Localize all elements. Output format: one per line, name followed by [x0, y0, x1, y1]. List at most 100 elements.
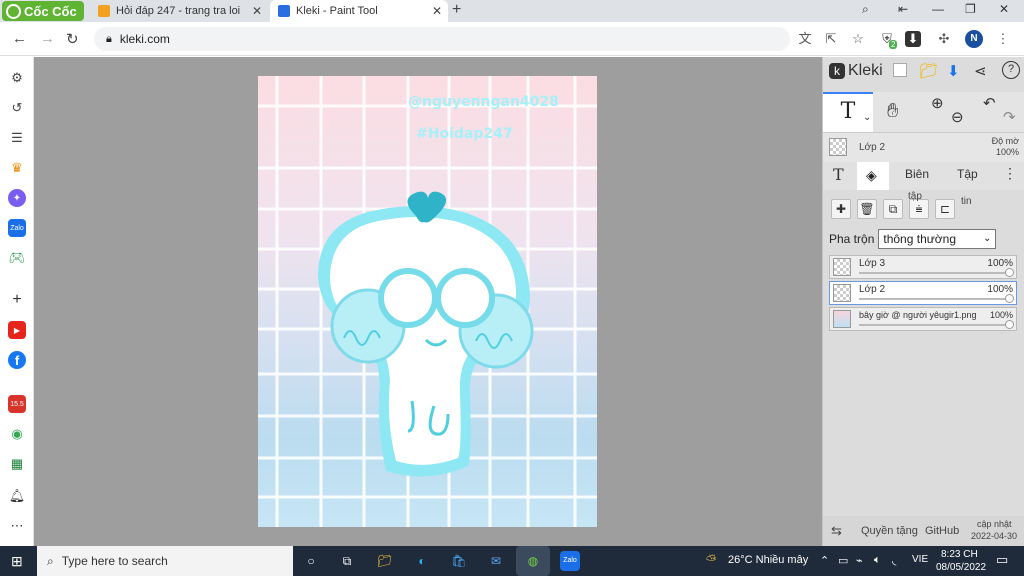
download-icon[interactable]: ⬇	[905, 31, 921, 47]
store-icon[interactable]: 🛍︎	[449, 551, 469, 571]
cortana-icon[interactable]: ○	[301, 551, 321, 571]
chevron-down-icon[interactable]: ⌄	[863, 112, 871, 123]
hand-tool-icon[interactable]: ✋︎	[887, 100, 898, 123]
weather-icon[interactable]: ⛅︎	[706, 552, 716, 568]
zoom-out-icon[interactable]: ⊖	[951, 108, 964, 126]
open-folder-icon[interactable]: 📁︎	[919, 62, 938, 80]
weather-text[interactable]: 26°C Nhiều mây	[728, 554, 808, 566]
extensions-puzzle-icon[interactable]: ✣	[936, 31, 952, 47]
layer-row[interactable]: Lớp 3 100%	[829, 255, 1017, 279]
tab-tool-settings-icon[interactable]: T	[833, 165, 844, 184]
opacity-slider-track[interactable]	[859, 298, 1008, 300]
opacity-slider-track[interactable]	[859, 324, 1008, 326]
close-tab-icon[interactable]: ✕	[432, 4, 442, 18]
sheets-icon[interactable]: ▦	[8, 455, 26, 473]
game-icon[interactable]: 🎮︎	[8, 249, 26, 267]
rename-layer-button[interactable]: ⊏	[935, 199, 955, 219]
windows-start-icon[interactable]: ⊞	[11, 553, 23, 570]
tab-edit[interactable]: Biên	[905, 167, 929, 181]
drawing-canvas[interactable]: @nguyenngan4028 #Hoidap247	[258, 76, 597, 527]
navigation-bar: ← → ↻ 🔒︎ kleki.com 文 ⇱ ☆ ⛨ 2 ⬇ ✣ N ⋮	[0, 22, 1024, 56]
delete-layer-button[interactable]: 🗑︎	[857, 199, 877, 219]
new-tab-icon[interactable]: +	[452, 1, 461, 19]
tab-kleki[interactable]: Kleki - Paint Tool ✕	[270, 0, 448, 22]
add-layer-button[interactable]: ✚	[831, 199, 851, 219]
youtube-icon[interactable]: ▶	[8, 321, 26, 339]
messenger-icon[interactable]: ✦	[8, 189, 26, 207]
bell-icon[interactable]: 🔔︎	[8, 487, 26, 505]
tab-layers[interactable]: ◈	[857, 162, 889, 190]
clock-date[interactable]: 08/05/2022	[936, 562, 986, 573]
restore-icon[interactable]: ❐	[965, 2, 976, 16]
file-explorer-icon[interactable]: 📁︎	[375, 551, 395, 571]
calendar-icon[interactable]: 15.5	[8, 395, 26, 413]
tray-overflow-icon[interactable]: ⌃	[820, 554, 829, 567]
forward-icon[interactable]: →	[40, 30, 55, 47]
layer-row[interactable]: bây giờ @ người yêugir1.png 100%	[829, 307, 1017, 331]
tab-hoidap247[interactable]: Hỏi đáp 247 - trang tra loi ✕	[90, 0, 268, 22]
wifi-icon[interactable]: ◟	[892, 554, 896, 567]
new-image-icon[interactable]	[893, 63, 907, 77]
language-indicator[interactable]: VIE	[912, 554, 928, 565]
github-link[interactable]: GitHub	[925, 525, 959, 537]
undo-icon[interactable]: ↶	[983, 94, 996, 112]
notes-icon[interactable]: ☰	[8, 129, 26, 147]
crown-icon[interactable]: ♛	[8, 159, 26, 177]
edge-icon[interactable]: ◐	[412, 551, 432, 571]
back-sync-icon[interactable]: ⇤	[898, 2, 908, 16]
chevron-down-icon: ⌄	[982, 233, 992, 244]
opacity-slider-handle[interactable]	[1005, 268, 1014, 277]
close-window-icon[interactable]: ✕	[999, 2, 1009, 16]
share-icon[interactable]: ⇱	[823, 31, 839, 47]
duplicate-layer-button[interactable]: ⧉	[883, 199, 903, 219]
address-bar[interactable]: 🔒︎ kleki.com	[94, 27, 790, 51]
redo-icon[interactable]: ↷	[1003, 108, 1016, 126]
notification-icon[interactable]: ▭	[996, 552, 1008, 568]
coccoc-taskbar-icon[interactable]: ◍	[516, 546, 550, 576]
canvas-workspace[interactable]: @nguyenngan4028 #Hoidap247	[34, 57, 822, 546]
close-tab-icon[interactable]: ✕	[252, 4, 262, 18]
zalo-taskbar-icon[interactable]: Zalo	[560, 551, 580, 571]
tab-search-icon[interactable]: ⌕	[862, 2, 869, 17]
translate-icon[interactable]: 文	[797, 31, 813, 47]
zalo-icon[interactable]: Zalo	[8, 219, 26, 237]
zoom-in-icon[interactable]: ⊕	[931, 94, 944, 112]
privacy-link[interactable]: Quyền tặng	[861, 525, 918, 537]
opacity-slider-handle[interactable]	[1005, 294, 1014, 303]
blend-mode-select[interactable]: thông thường ⌄	[878, 229, 997, 249]
merge-layer-button[interactable]: ⩧	[909, 199, 929, 219]
facebook-icon[interactable]: f	[8, 351, 26, 369]
taskbar-search[interactable]: ⌕ Type here to search	[37, 546, 293, 576]
share-icon[interactable]: ⋖	[974, 62, 987, 80]
minimize-icon[interactable]: —	[932, 2, 944, 16]
swap-sides-icon[interactable]: ⇆	[831, 523, 842, 539]
volume-icon[interactable]: 🔈︎	[874, 554, 881, 567]
gear-icon[interactable]: ⚙	[8, 69, 26, 87]
opacity-slider-handle[interactable]	[1005, 320, 1014, 329]
coccoc-menu-button[interactable]: Cốc Cốc	[2, 1, 84, 21]
history-icon[interactable]: ↺	[8, 99, 26, 117]
more-icon[interactable]: ⋯	[8, 517, 26, 535]
mail-icon[interactable]: ✉	[486, 551, 506, 571]
menu-more-icon[interactable]: ⋮	[995, 31, 1011, 47]
brand-label: Cốc Cốc	[24, 3, 77, 19]
back-icon[interactable]: ←	[12, 30, 27, 47]
network-icon[interactable]: ⌁	[856, 554, 863, 567]
chrome-icon[interactable]: ◉	[8, 425, 26, 443]
changelog-link[interactable]: cập nhật	[977, 519, 1012, 529]
help-icon[interactable]: ?	[1002, 61, 1020, 79]
bookmark-star-icon[interactable]: ☆	[850, 31, 866, 47]
more-vertical-icon[interactable]: ⋮	[1003, 165, 1017, 182]
task-view-icon[interactable]: ⧉	[337, 551, 357, 571]
tab-file[interactable]: Tập	[957, 167, 978, 181]
reload-icon[interactable]: ↻	[66, 30, 79, 48]
layer-row-selected[interactable]: Lớp 2 100%	[829, 281, 1017, 305]
save-download-icon[interactable]: ⬇	[947, 62, 960, 80]
battery-icon[interactable]: ▭	[838, 554, 848, 567]
opacity-slider-track[interactable]	[859, 272, 1008, 274]
clock-time[interactable]: 8:23 CH	[941, 549, 978, 560]
kleki-logo[interactable]: k Kleki	[829, 62, 883, 80]
profile-avatar[interactable]: N	[965, 30, 983, 48]
layer-opacity: 100%	[989, 310, 1013, 320]
plus-icon[interactable]: +	[8, 291, 26, 309]
